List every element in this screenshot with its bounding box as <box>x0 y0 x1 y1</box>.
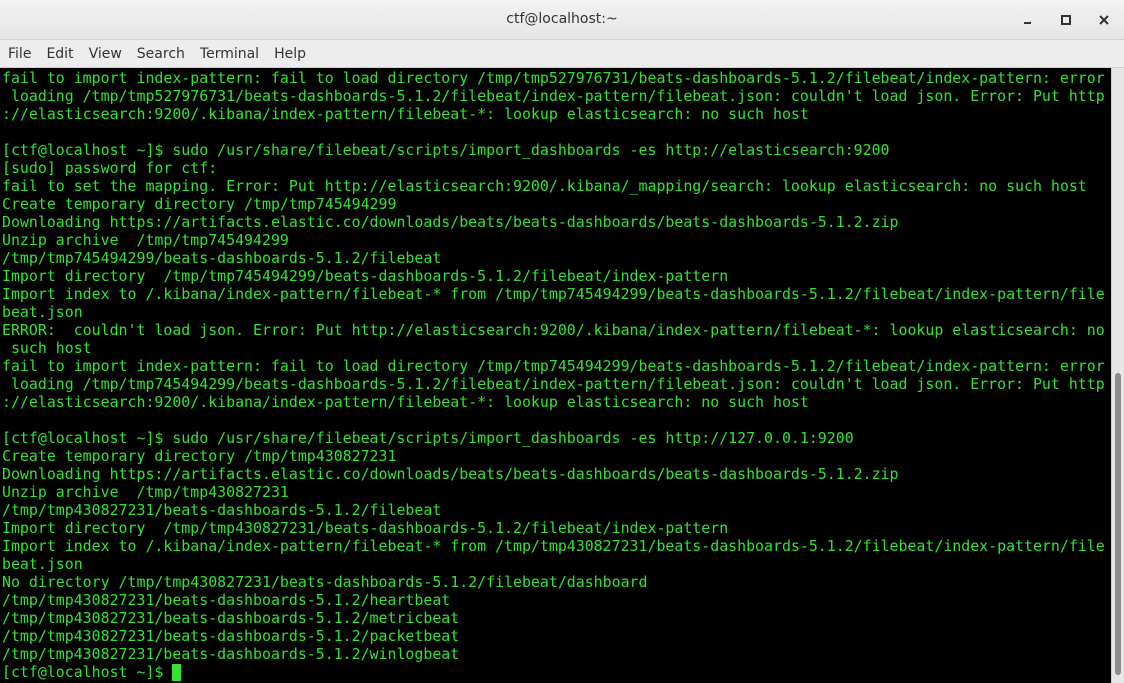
text-cursor <box>172 663 182 681</box>
menu-help[interactable]: Help <box>269 40 311 68</box>
terminal-line: fail to import index-pattern: fail to lo… <box>2 357 1105 375</box>
terminal-line: /tmp/tmp430827231/beats-dashboards-5.1.2… <box>2 591 451 609</box>
terminal-line: such host <box>2 339 92 357</box>
terminal-line: ://elasticsearch:9200/.kibana/index-patt… <box>2 393 809 411</box>
terminal-line: beat.json <box>2 303 83 321</box>
terminal-line: [sudo] password for ctf: <box>2 159 218 177</box>
terminal-line: /tmp/tmp430827231/beats-dashboards-5.1.2… <box>2 645 460 663</box>
terminal-line: loading /tmp/tmp745494299/beats-dashboar… <box>2 375 1105 393</box>
terminal-line: Unzip archive /tmp/tmp430827231 <box>2 483 289 501</box>
window-title: ctf@localhost:~ <box>506 11 618 27</box>
menu-terminal[interactable]: Terminal <box>195 40 264 68</box>
close-icon <box>1099 15 1109 25</box>
terminal-line: fail to set the mapping. Error: Put http… <box>2 177 1087 195</box>
terminal-line: No directory /tmp/tmp430827231/beats-das… <box>2 573 648 591</box>
menu-file[interactable]: File <box>3 40 36 68</box>
terminal-line: Downloading https://artifacts.elastic.co… <box>2 465 899 483</box>
maximize-button[interactable] <box>1056 10 1076 30</box>
terminal-line: [ctf@localhost ~]$ sudo /usr/share/fileb… <box>2 429 854 447</box>
terminal-line: [ctf@localhost ~]$ sudo /usr/share/fileb… <box>2 141 890 159</box>
terminal-line: Create temporary directory /tmp/tmp43082… <box>2 447 397 465</box>
terminal-line: loading /tmp/tmp527976731/beats-dashboar… <box>2 87 1105 105</box>
terminal-line: /tmp/tmp430827231/beats-dashboards-5.1.2… <box>2 501 442 519</box>
terminal-line: Import directory /tmp/tmp430827231/beats… <box>2 519 729 537</box>
close-button[interactable] <box>1094 10 1114 30</box>
terminal-output[interactable]: fail to import index-pattern: fail to lo… <box>0 68 1111 683</box>
terminal-line: Import index to /.kibana/index-pattern/f… <box>2 285 1105 303</box>
terminal-line: /tmp/tmp430827231/beats-dashboards-5.1.2… <box>2 627 460 645</box>
terminal-line: Import directory /tmp/tmp745494299/beats… <box>2 267 729 285</box>
terminal-line: Downloading https://artifacts.elastic.co… <box>2 213 899 231</box>
minimize-icon <box>1024 22 1031 24</box>
scrollbar-thumb[interactable] <box>1115 373 1121 675</box>
maximize-icon <box>1061 15 1071 25</box>
title-bar[interactable]: ctf@localhost:~ <box>0 0 1124 40</box>
terminal-lines: fail to import index-pattern: fail to lo… <box>2 69 1105 681</box>
terminal-line: Unzip archive /tmp/tmp745494299 <box>2 231 289 249</box>
minimize-button[interactable] <box>1018 10 1038 30</box>
menu-view[interactable]: View <box>84 40 127 68</box>
terminal-line: /tmp/tmp745494299/beats-dashboards-5.1.2… <box>2 249 442 267</box>
menu-bar: File Edit View Search Terminal Help <box>0 40 1124 68</box>
terminal-line: fail to import index-pattern: fail to lo… <box>2 69 1105 87</box>
terminal-line: Import index to /.kibana/index-pattern/f… <box>2 537 1105 555</box>
menu-edit[interactable]: Edit <box>41 40 78 68</box>
vertical-scrollbar[interactable] <box>1111 68 1124 683</box>
terminal-line: /tmp/tmp430827231/beats-dashboards-5.1.2… <box>2 609 460 627</box>
terminal-line: beat.json <box>2 555 83 573</box>
terminal-line: Create temporary directory /tmp/tmp74549… <box>2 195 397 213</box>
terminal-prompt-line[interactable]: [ctf@localhost ~]$ <box>2 663 1105 681</box>
terminal-window: ctf@localhost:~ File Edit View Search Te… <box>0 0 1124 683</box>
menu-search[interactable]: Search <box>132 40 190 68</box>
terminal-line: ://elasticsearch:9200/.kibana/index-patt… <box>2 105 809 123</box>
shell-prompt: [ctf@localhost ~]$ <box>2 663 164 681</box>
terminal-line: ERROR: couldn't load json. Error: Put ht… <box>2 321 1105 339</box>
